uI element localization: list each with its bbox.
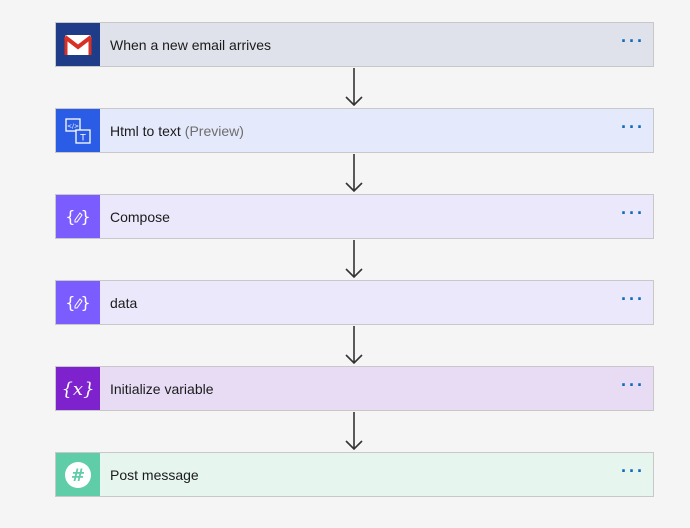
more-options-button[interactable]: ··· [613, 195, 653, 238]
step-label: Html to text (Preview) [110, 122, 244, 139]
step-label: When a new email arrives [110, 36, 272, 53]
step-data[interactable]: { } data ··· [55, 280, 654, 325]
html-to-text-icon: </> T [56, 109, 100, 152]
step-html-to-text[interactable]: </> T Html to text (Preview) ··· [55, 108, 654, 153]
svg-text:{x}: {x} [61, 379, 94, 400]
arrow-down-icon [345, 326, 363, 365]
step-compose[interactable]: { } Compose ··· [55, 194, 654, 239]
more-options-button[interactable]: ··· [613, 281, 653, 324]
svg-text:#: # [71, 466, 85, 486]
step-when-new-email-arrives[interactable]: When a new email arrives ··· [55, 22, 654, 67]
more-options-button[interactable]: ··· [613, 23, 653, 66]
step-label: Initialize variable [110, 380, 214, 397]
more-options-button[interactable]: ··· [613, 453, 653, 496]
more-options-button[interactable]: ··· [613, 109, 653, 152]
step-label: data [110, 294, 138, 311]
arrow-down-icon [345, 154, 363, 193]
more-options-button[interactable]: ··· [613, 367, 653, 410]
arrow-down-icon [345, 68, 363, 107]
step-post-message[interactable]: # Post message ··· [55, 452, 654, 497]
step-label: Post message [110, 466, 199, 483]
compose-icon: { } [56, 195, 100, 238]
step-label: Compose [110, 208, 170, 225]
flow-canvas: When a new email arrives ··· </> T Html … [0, 0, 690, 528]
arrow-down-icon [345, 412, 363, 451]
compose-icon: { } [56, 281, 100, 324]
step-initialize-variable[interactable]: {x} Initialize variable ··· [55, 366, 654, 411]
arrow-down-icon [345, 240, 363, 279]
gmail-icon [56, 23, 100, 66]
svg-text:T: T [79, 133, 86, 143]
slack-icon: # [56, 453, 100, 496]
svg-text:</>: </> [67, 123, 79, 130]
variable-icon: {x} [56, 367, 100, 410]
